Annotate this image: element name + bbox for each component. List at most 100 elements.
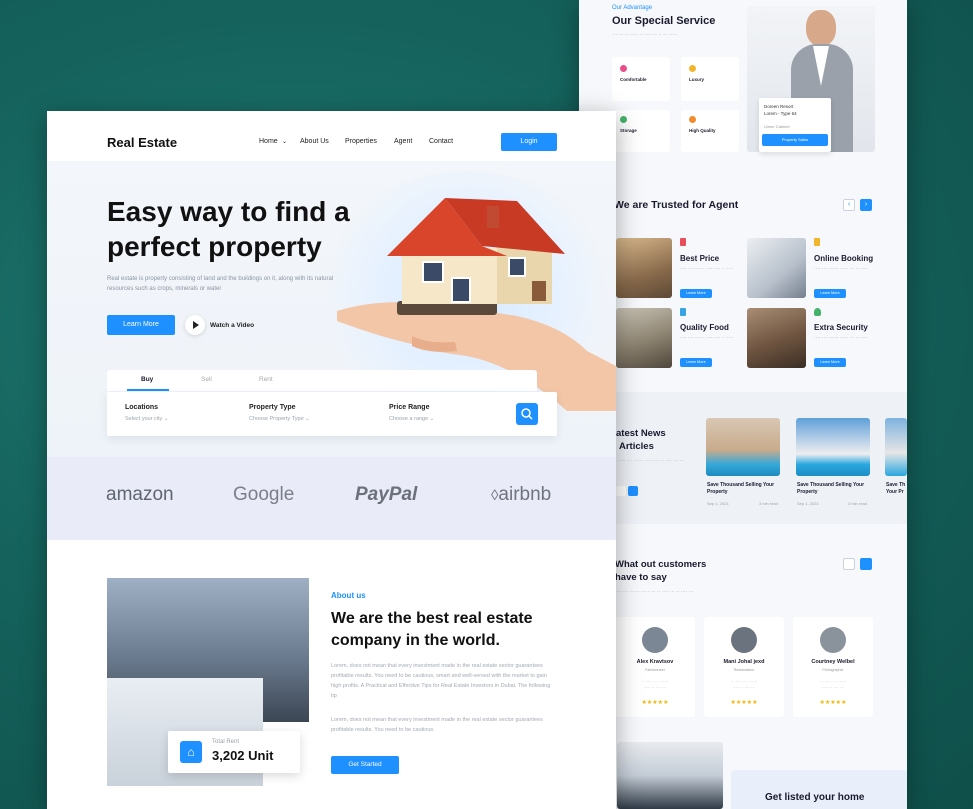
- chevron-down-icon[interactable]: ⌄: [282, 138, 287, 145]
- hero-description: Real estate is property consisting of la…: [107, 276, 334, 292]
- news-card-title: Save Th Your Pr: [886, 482, 906, 495]
- window: [508, 257, 526, 277]
- news-desc: ···· ··· ······ ····· ··· ·· ···· ··· ··: [619, 458, 684, 464]
- customer-role: Photographer: [822, 668, 844, 672]
- about-paragraph: Lorem, does not mean that every investme…: [331, 663, 551, 699]
- price-range-label: Price Range: [389, 404, 430, 411]
- service-label: Luxury: [689, 77, 705, 82]
- play-icon[interactable]: [185, 315, 205, 335]
- security-photo: [747, 308, 806, 368]
- agent-card-name: Doreen Resort: [764, 104, 794, 109]
- rent-icon: ⌂: [180, 741, 202, 763]
- prev-arrow-icon[interactable]: ‹: [843, 199, 855, 211]
- agent-card-line: Lorem - Type 64: [764, 111, 797, 116]
- testimonial-card: Courtney Welbel Photographer ·· ····· ··…: [793, 617, 873, 717]
- news-card-read: 3 min read: [759, 501, 778, 506]
- trusted-label: Extra Security: [814, 323, 868, 332]
- cta-box: [731, 770, 907, 809]
- house-wall: [402, 248, 497, 304]
- service-label: High Quality: [689, 128, 716, 133]
- search-icon: [521, 408, 533, 420]
- testimonial-card: Mani Johal jexd Restaurateur ·· ····· ··…: [704, 617, 784, 717]
- customer-role: Fashionrarer: [645, 668, 665, 672]
- back-page-preview: Our Advantage Our Special Service ··· ··…: [579, 0, 907, 809]
- customer-role: Restaurateur: [733, 668, 755, 672]
- price-range-select[interactable]: Choose a range ⌄: [389, 416, 434, 422]
- news-prev-icon[interactable]: [616, 486, 626, 496]
- special-tag: Our Advantage: [612, 5, 653, 11]
- partner-airbnb: ◊airbnb: [491, 484, 551, 506]
- hero-title-line-1: Easy way to find a: [107, 196, 350, 227]
- news-next-icon[interactable]: [628, 486, 638, 496]
- trusted-label: Best Price: [680, 254, 720, 263]
- trusted-label: Quality Food: [680, 323, 729, 332]
- tab-sell[interactable]: Sell: [201, 376, 212, 383]
- location-label: Locations: [125, 404, 159, 411]
- testimonial-card: Alex Kravtsov Fashionrarer ·· ····· ··· …: [615, 617, 695, 717]
- nav-properties[interactable]: Properties: [345, 138, 377, 145]
- agent-card-left: Ulmer Cabinet: [764, 124, 790, 129]
- total-rent-label: Total Rent: [212, 739, 240, 745]
- storage-icon: [620, 116, 627, 123]
- service-card: Luxury: [681, 57, 739, 101]
- active-tab-indicator: [127, 389, 169, 391]
- news-photo: [885, 418, 907, 476]
- news-card-date: Sep 1, 2024: [797, 501, 819, 506]
- next-arrow-icon[interactable]: ›: [860, 199, 872, 211]
- partners-strip: amazon Google PayPal ◊airbnb: [47, 457, 616, 540]
- customer-quote: ·· ····· ··· ·· ····· ····· ·· ···· ···: [730, 679, 758, 690]
- search-tabs: Buy Sell Rent: [107, 370, 537, 391]
- agent-head: [806, 10, 836, 46]
- service-label: Comfortable: [620, 77, 647, 82]
- get-started-button[interactable]: Get Started: [331, 756, 399, 774]
- watch-video-link[interactable]: Watch a Video: [210, 322, 254, 329]
- total-rent-value: 3,202 Unit: [212, 748, 274, 763]
- location-value: Select your city: [125, 416, 163, 422]
- news-photo: [796, 418, 870, 476]
- partner-google: Google: [233, 484, 295, 505]
- trusted-desc: ···· ··· ······ ····· ··· ·· ····: [680, 266, 734, 272]
- front-page: Real Estate Home ⌄ About Us Properties A…: [47, 111, 616, 809]
- comfort-icon: [620, 65, 627, 72]
- prev-arrow-icon[interactable]: [843, 558, 855, 570]
- top-nav: Real Estate Home ⌄ About Us Properties A…: [47, 111, 616, 161]
- news-card-read: 3 min read: [848, 501, 867, 506]
- nav-about[interactable]: About Us: [300, 138, 329, 145]
- service-card: High Quality: [681, 110, 739, 152]
- shield-icon: [814, 308, 821, 316]
- learn-more-button[interactable]: Learn More: [680, 289, 712, 298]
- hero-title-line-2: perfect property: [107, 231, 322, 262]
- nav-agent[interactable]: Agent: [394, 138, 412, 145]
- nav-contact[interactable]: Contact: [429, 138, 453, 145]
- partner-paypal: PayPal: [355, 484, 418, 505]
- door: [532, 281, 546, 301]
- news-card-title: Save Thousand Selling Your Property: [707, 482, 775, 495]
- learn-more-button[interactable]: Learn More: [107, 315, 175, 335]
- learn-more-button[interactable]: Learn More: [814, 358, 846, 367]
- learn-more-button[interactable]: Learn More: [814, 289, 846, 298]
- tab-buy[interactable]: Buy: [141, 376, 153, 383]
- service-label: Storage: [620, 128, 637, 133]
- food-photo: [616, 308, 672, 368]
- trusted-label: Online Booking: [814, 254, 874, 263]
- rating-stars: ★★★★★: [819, 700, 847, 706]
- trusted-desc: ···· ··· ······ ····· ··· ·· ····: [680, 335, 734, 341]
- location-select[interactable]: Select your city ⌄: [125, 416, 168, 422]
- nav-home[interactable]: Home: [259, 138, 278, 145]
- about-tag: About us: [331, 591, 366, 600]
- property-sales-button[interactable]: Property Sales: [762, 134, 828, 146]
- logo[interactable]: Real Estate: [107, 135, 177, 150]
- search-button[interactable]: [516, 403, 538, 425]
- learn-more-button[interactable]: Learn More: [680, 358, 712, 367]
- price-range-value: Choose a range: [389, 416, 429, 422]
- tab-rent[interactable]: Rent: [259, 376, 273, 383]
- next-arrow-icon[interactable]: [860, 558, 872, 570]
- login-button[interactable]: Login: [501, 133, 557, 151]
- avatar: [820, 627, 846, 653]
- trusted-desc: ···· ··· ······ ····· ··· ·· ····: [814, 266, 868, 272]
- agent-card: Doreen Resort Lorem - Type 64 Ulmer Cabi…: [759, 98, 831, 152]
- customer-quote: ·· ····· ··· ·· ····· ····· ·· ···· ···: [641, 679, 669, 690]
- news-card-date: Sep 1, 2024: [707, 501, 729, 506]
- about-section: ⌂ Total Rent 3,202 Unit About us We are …: [47, 540, 616, 809]
- property-type-select[interactable]: Choose Property Type ⌄: [249, 416, 310, 422]
